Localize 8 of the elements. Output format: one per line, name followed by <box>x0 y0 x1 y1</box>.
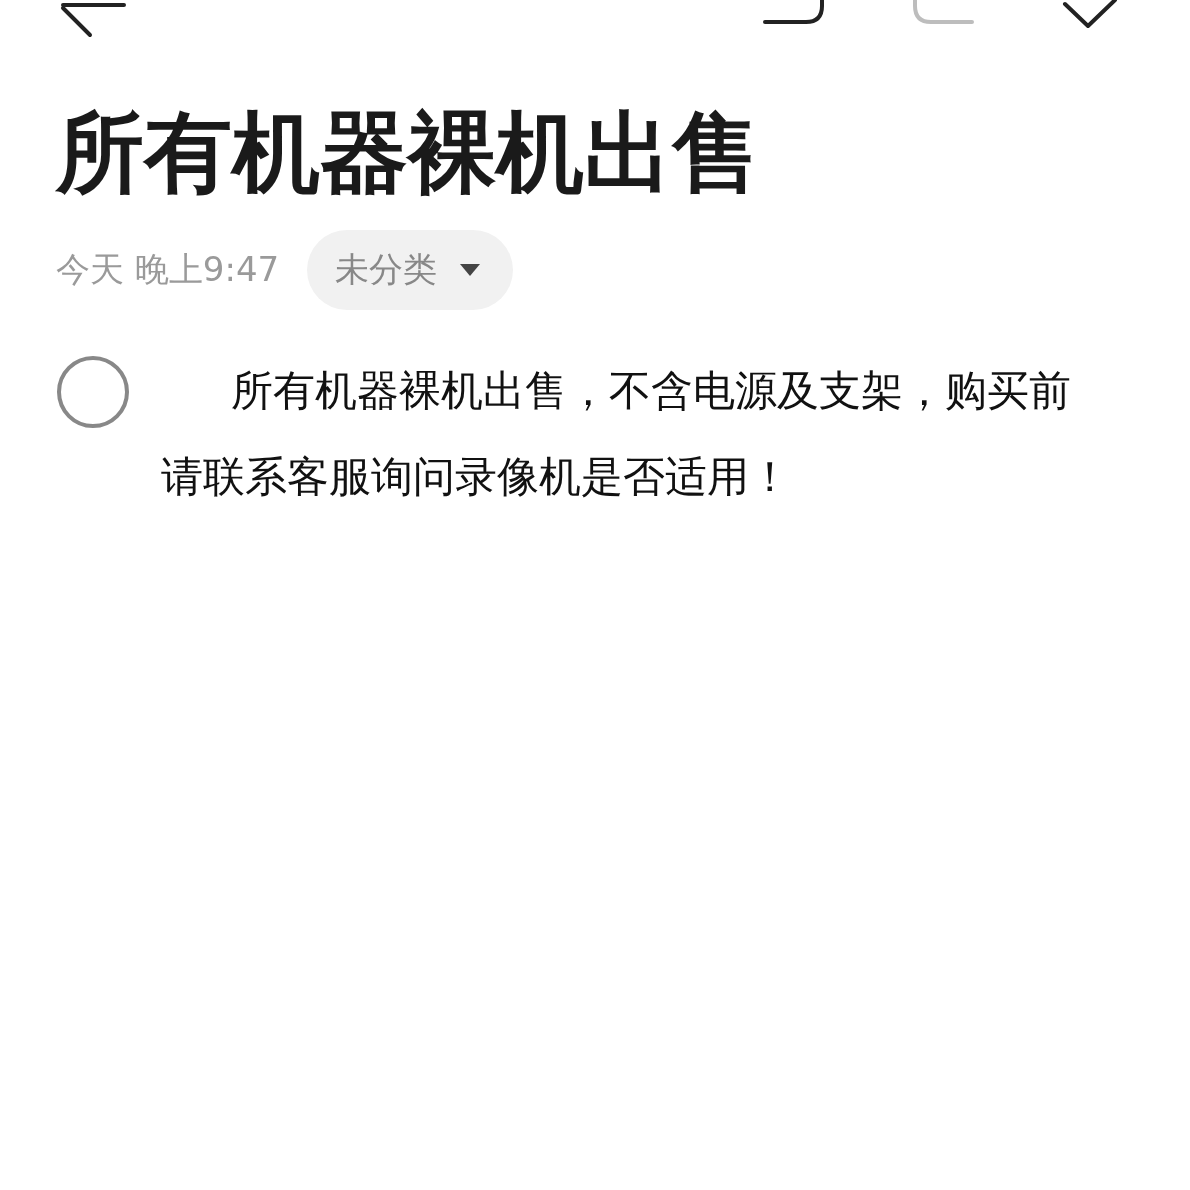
caret-icon <box>459 263 482 277</box>
undo-icon[interactable] <box>762 0 826 26</box>
back-icon[interactable] <box>60 0 126 38</box>
timestamp: 今天 晚上9:47 <box>56 248 280 291</box>
note-title[interactable]: 所有机器裸机出售 <box>56 98 1190 208</box>
checklist-text[interactable]: 所有机器裸机出售，不含电源及支架，购买前请联系客服询问录像机是否适用！ <box>161 348 1091 520</box>
checkmark-icon[interactable] <box>1062 0 1118 30</box>
checkbox[interactable] <box>57 356 129 428</box>
